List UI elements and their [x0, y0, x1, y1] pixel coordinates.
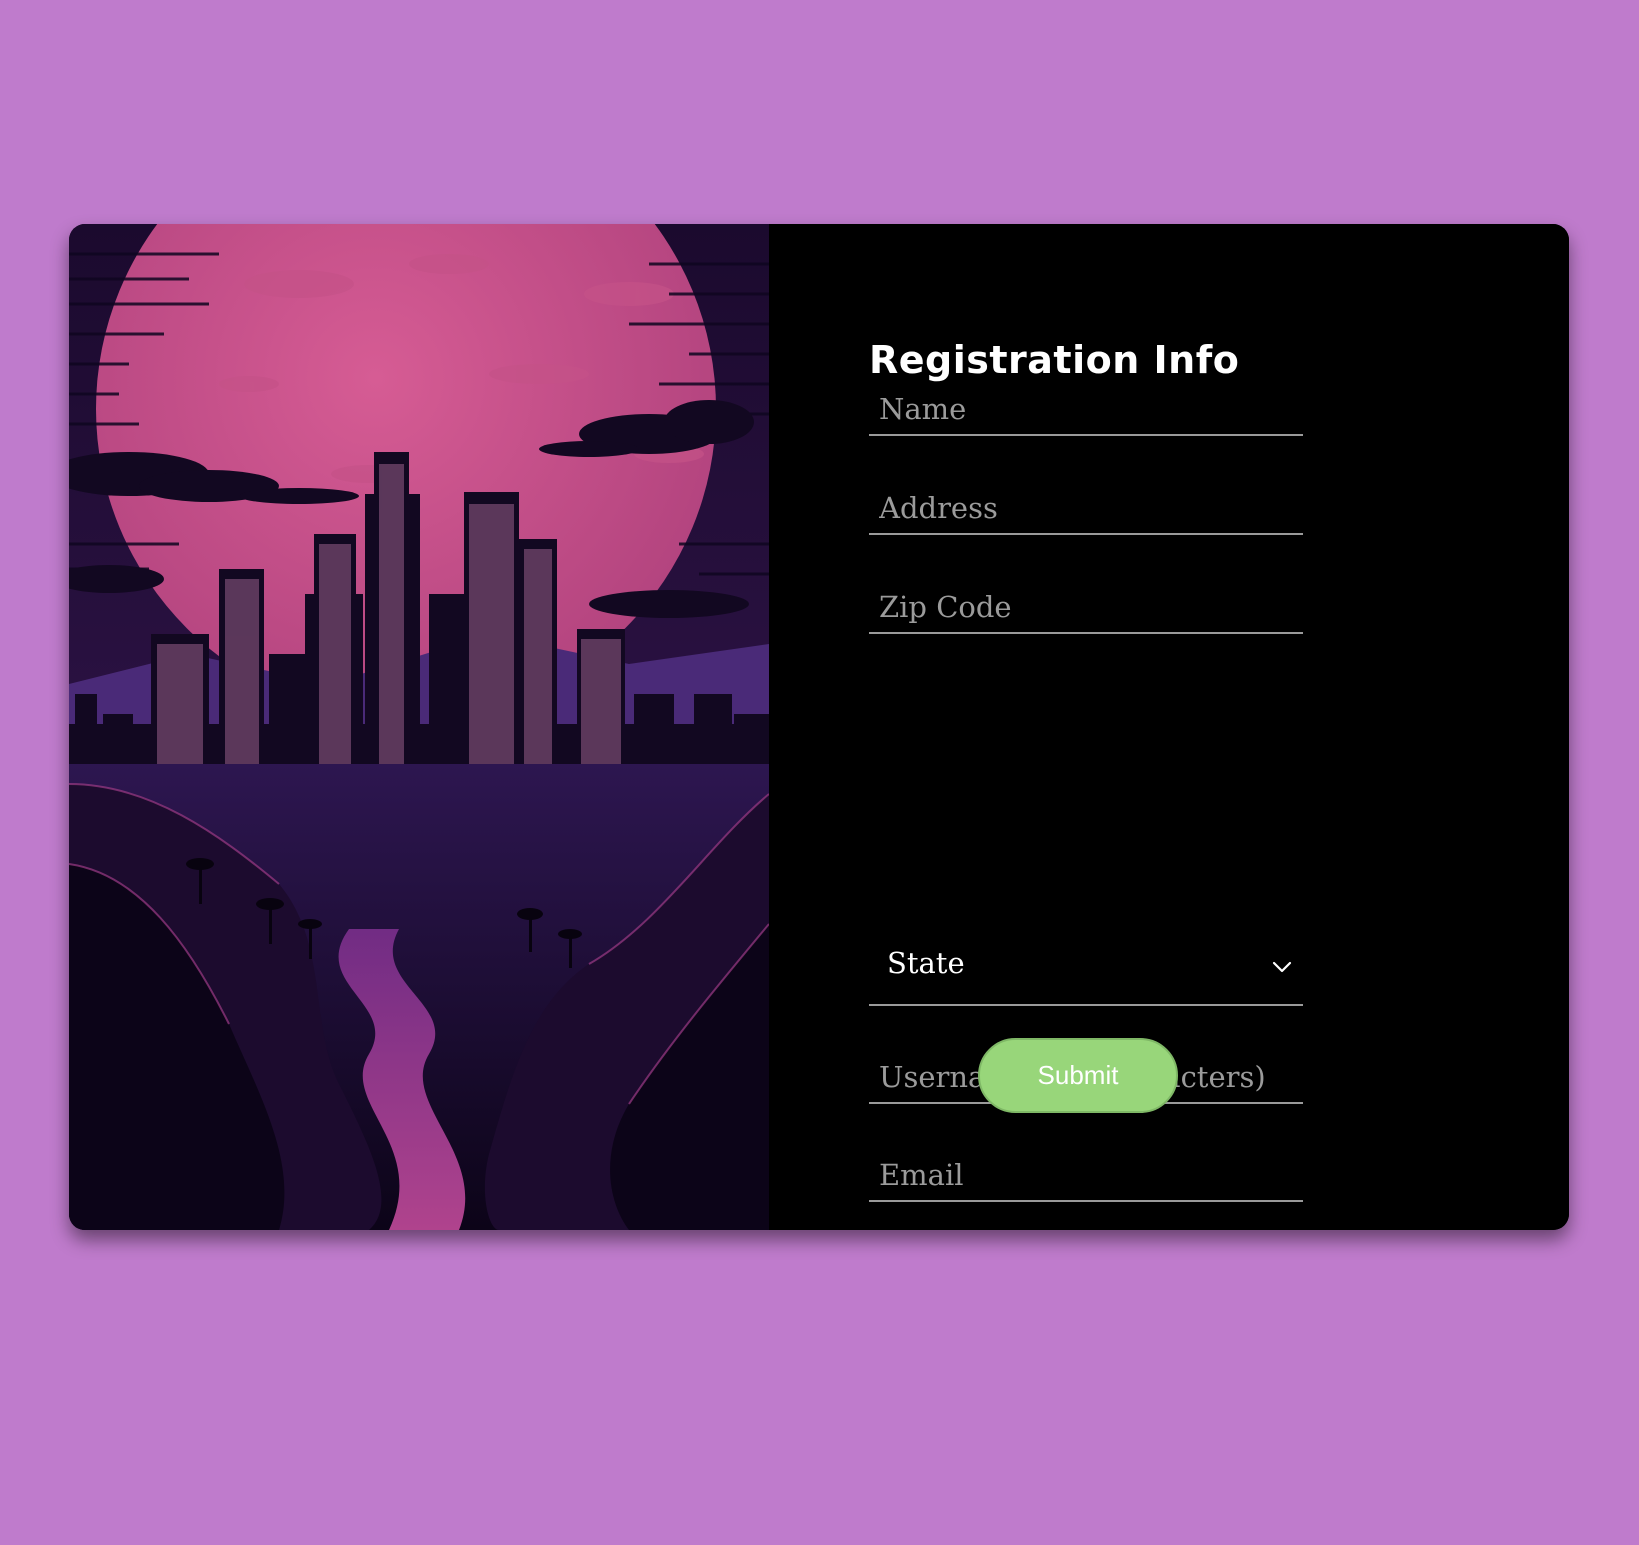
email-input[interactable]	[869, 1150, 1303, 1202]
submit-button[interactable]: Submit	[978, 1038, 1178, 1113]
form-title: Registration Info	[869, 338, 1240, 382]
name-input[interactable]	[869, 384, 1303, 436]
address-input[interactable]	[869, 483, 1303, 535]
state-select-value: State	[887, 946, 965, 980]
chevron-down-icon	[1272, 961, 1292, 973]
registration-form: Registration Info State Submit	[769, 224, 1569, 1230]
zip-code-input[interactable]	[869, 582, 1303, 634]
state-select[interactable]: State	[869, 936, 1303, 1006]
registration-card: Registration Info State Submit	[69, 224, 1569, 1230]
city-skyline-illustration	[69, 224, 769, 1230]
